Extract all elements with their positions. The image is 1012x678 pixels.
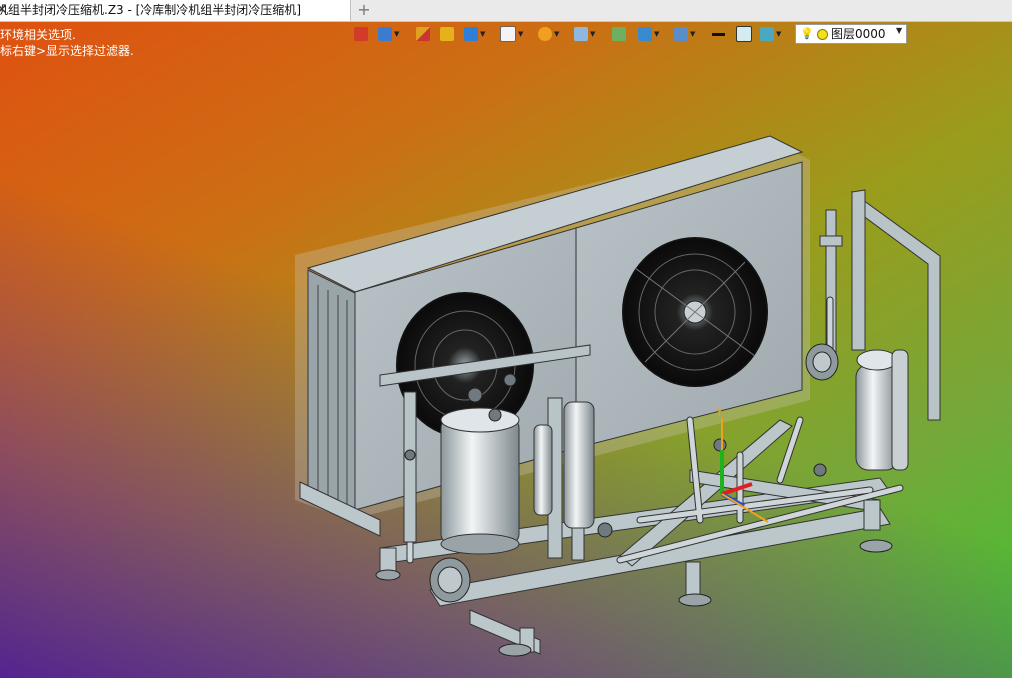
cad-application: 机组半封闭冷压缩机.Z3 - [冷库制冷机组半封闭冷压缩机] ✕ + 环境相关选… [0, 0, 1012, 678]
condenser-side-coil [307, 269, 356, 511]
axis-label-y: Y [715, 406, 723, 419]
condenser-fan-right [622, 237, 768, 387]
liquid-filter [563, 401, 595, 529]
oil-separator [533, 424, 553, 516]
compressor-receiver [440, 407, 520, 555]
accumulator [855, 349, 909, 471]
model-viewport[interactable]: Y [0, 0, 1012, 678]
